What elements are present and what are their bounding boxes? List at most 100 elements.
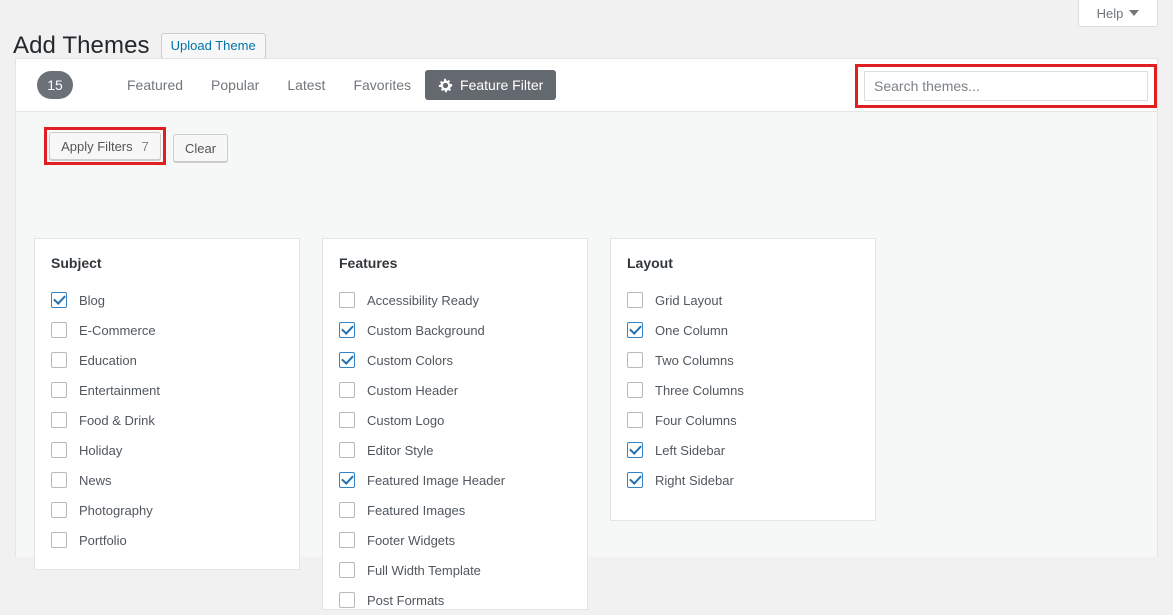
checkbox-unchecked-icon[interactable] — [339, 382, 355, 398]
filter-group-title: Layout — [627, 255, 673, 271]
tab-latest[interactable]: Latest — [273, 70, 339, 100]
filter-option-news[interactable]: News — [51, 465, 283, 495]
filter-option-label: Two Columns — [655, 352, 734, 368]
filter-option-four-columns[interactable]: Four Columns — [627, 405, 859, 435]
filter-option-label: Food & Drink — [79, 412, 155, 428]
checkbox-unchecked-icon[interactable] — [339, 502, 355, 518]
checkbox-unchecked-icon[interactable] — [51, 532, 67, 548]
filter-option-featured-image-header[interactable]: Featured Image Header — [339, 465, 571, 495]
checkbox-unchecked-icon[interactable] — [51, 412, 67, 428]
tab-featured[interactable]: Featured — [113, 70, 197, 100]
feature-filter-drawer: Apply Filters 7 Clear Subject Blog E-Comme… — [16, 112, 1157, 610]
theme-count-badge: 15 — [37, 71, 73, 99]
checkbox-unchecked-icon[interactable] — [51, 502, 67, 518]
gear-icon — [438, 78, 453, 93]
filter-option-two-columns[interactable]: Two Columns — [627, 345, 859, 375]
apply-filters-label: Apply Filters — [61, 138, 133, 154]
filter-option-three-columns[interactable]: Three Columns — [627, 375, 859, 405]
filter-option-label: Accessibility Ready — [367, 292, 479, 308]
checkbox-checked-icon[interactable] — [51, 292, 67, 308]
filter-option-label: Custom Logo — [367, 412, 445, 428]
chevron-down-icon — [1129, 10, 1140, 16]
clear-filters-button[interactable]: Clear — [173, 134, 229, 162]
filter-group-subject: Subject Blog E-Commerce Education Entertainm… — [34, 238, 300, 570]
checkbox-unchecked-icon[interactable] — [339, 292, 355, 308]
filter-option-left-sidebar[interactable]: Left Sidebar — [627, 435, 859, 465]
checkbox-unchecked-icon[interactable] — [51, 442, 67, 458]
filter-option-label: Blog — [79, 292, 106, 308]
checkbox-unchecked-icon[interactable] — [51, 472, 67, 488]
checkbox-unchecked-icon[interactable] — [627, 292, 643, 308]
filter-option-blog[interactable]: Blog — [51, 285, 283, 315]
checkbox-unchecked-icon[interactable] — [339, 562, 355, 578]
checkbox-unchecked-icon[interactable] — [339, 442, 355, 458]
upload-theme-button[interactable]: Upload Theme — [160, 32, 266, 59]
filter-option-right-sidebar[interactable]: Right Sidebar — [627, 465, 859, 495]
filter-option-education[interactable]: Education — [51, 345, 283, 375]
tab-favorites[interactable]: Favorites — [339, 70, 425, 100]
checkbox-checked-icon[interactable] — [627, 322, 643, 338]
tab-label: Featured — [127, 77, 184, 93]
filter-option-holiday[interactable]: Holiday — [51, 435, 283, 465]
checkbox-unchecked-icon[interactable] — [339, 412, 355, 428]
filter-option-custom-header[interactable]: Custom Header — [339, 375, 571, 405]
filter-option-portfolio[interactable]: Portfolio — [51, 525, 283, 555]
filter-option-footer-widgets[interactable]: Footer Widgets — [339, 525, 571, 555]
checkbox-unchecked-icon[interactable] — [627, 412, 643, 428]
apply-filters-count: 7 — [141, 138, 149, 154]
checkbox-unchecked-icon[interactable] — [51, 352, 67, 368]
tab-label: Feature Filter — [460, 77, 544, 93]
checkbox-unchecked-icon[interactable] — [339, 532, 355, 548]
filter-group-features: Features Accessibility Ready Custom Backgr… — [322, 238, 588, 610]
checkbox-checked-icon[interactable] — [627, 472, 643, 488]
filter-option-label: Holiday — [79, 442, 123, 458]
checkbox-checked-icon[interactable] — [627, 442, 643, 458]
filter-option-grid-layout[interactable]: Grid Layout — [627, 285, 859, 315]
page-title: Add Themes — [13, 32, 150, 60]
checkbox-unchecked-icon[interactable] — [339, 592, 355, 608]
apply-filters-button[interactable]: Apply Filters 7 — [49, 132, 161, 160]
filter-option-custom-logo[interactable]: Custom Logo — [339, 405, 571, 435]
theme-filter-tab-strip: 15 Featured Popular Latest Favorites Feature… — [16, 59, 1157, 112]
filter-action-row: Apply Filters 7 Clear — [16, 112, 1157, 170]
checkbox-checked-icon[interactable] — [339, 472, 355, 488]
filter-option-label: One Column — [655, 322, 728, 338]
search-input[interactable] — [864, 71, 1148, 101]
search-highlight-box — [855, 64, 1157, 108]
filter-option-custom-colors[interactable]: Custom Colors — [339, 345, 571, 375]
filter-option-post-formats[interactable]: Post Formats — [339, 585, 571, 615]
filter-option-label: Editor Style — [367, 442, 434, 458]
filter-option-label: Post Formats — [367, 592, 445, 608]
checkbox-unchecked-icon[interactable] — [51, 322, 67, 338]
filter-option-label: Photography — [79, 502, 153, 518]
checkbox-unchecked-icon[interactable] — [627, 382, 643, 398]
checkbox-unchecked-icon[interactable] — [51, 382, 67, 398]
tab-label: Popular — [211, 77, 260, 93]
filter-option-label: Portfolio — [79, 532, 127, 548]
filter-option-full-width-template[interactable]: Full Width Template — [339, 555, 571, 585]
filter-option-photography[interactable]: Photography — [51, 495, 283, 525]
help-button[interactable]: Help — [1078, 0, 1158, 27]
tab-popular[interactable]: Popular — [197, 70, 273, 100]
filter-option-label: Entertainment — [79, 382, 160, 398]
filter-option-entertainment[interactable]: Entertainment — [51, 375, 283, 405]
checkbox-checked-icon[interactable] — [339, 322, 355, 338]
filter-option-featured-images[interactable]: Featured Images — [339, 495, 571, 525]
filter-option-label: Right Sidebar — [655, 472, 734, 488]
filter-groups: Subject Blog E-Commerce Education Entertainm… — [34, 238, 876, 610]
filter-option-label: Education — [79, 352, 137, 368]
checkbox-checked-icon[interactable] — [339, 352, 355, 368]
tab-feature-filter[interactable]: Feature Filter — [425, 70, 557, 100]
filter-option-label: Grid Layout — [655, 292, 723, 308]
filter-option-label: Custom Colors — [367, 352, 453, 368]
filter-group-title: Features — [339, 255, 398, 271]
filter-option-editor-style[interactable]: Editor Style — [339, 435, 571, 465]
filter-option-food-drink[interactable]: Food & Drink — [51, 405, 283, 435]
filter-option-one-column[interactable]: One Column — [627, 315, 859, 345]
filter-option-label: Custom Background — [367, 322, 485, 338]
filter-option-e-commerce[interactable]: E-Commerce — [51, 315, 283, 345]
checkbox-unchecked-icon[interactable] — [627, 352, 643, 368]
filter-option-accessibility-ready[interactable]: Accessibility Ready — [339, 285, 571, 315]
filter-option-custom-background[interactable]: Custom Background — [339, 315, 571, 345]
filter-option-label: Custom Header — [367, 382, 459, 398]
